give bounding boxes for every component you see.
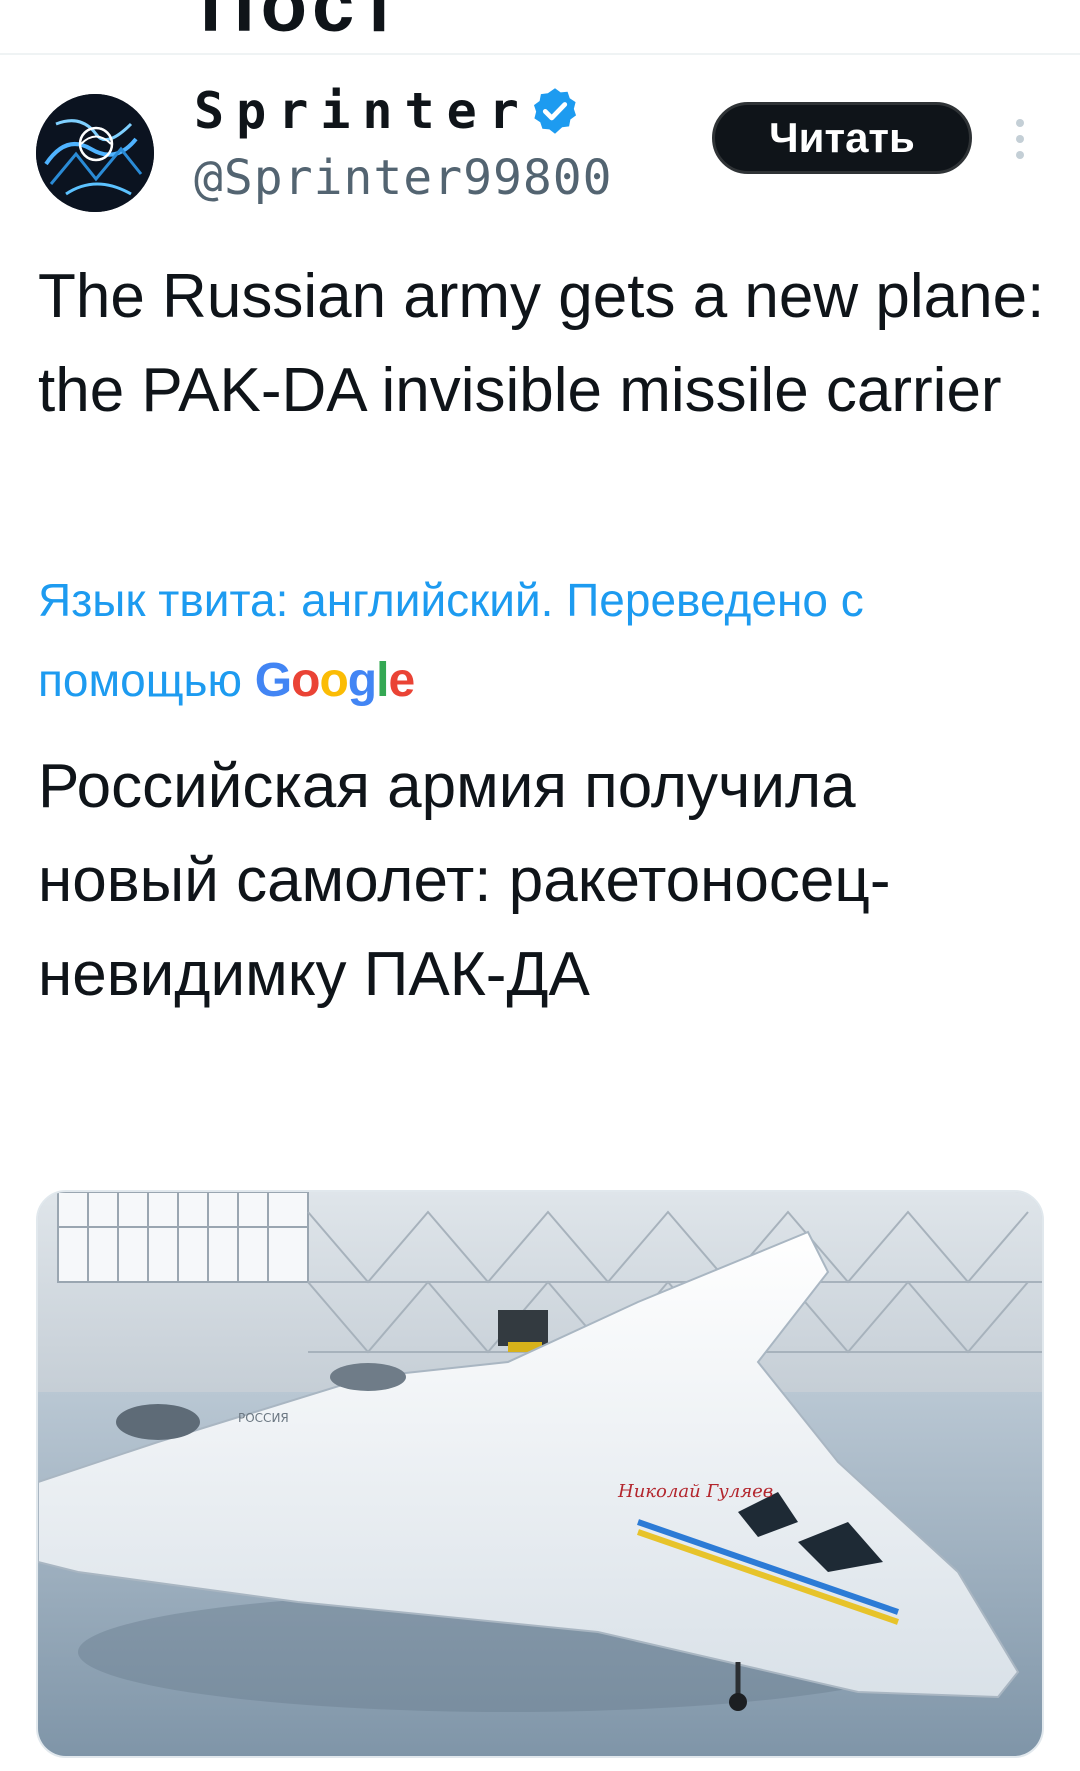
translated-tweet-text: Российская армия получила новый самолет:…	[38, 752, 891, 1009]
author-handle[interactable]: @Sprinter99800	[194, 150, 613, 206]
plane-fuselage-text: РОССИЯ	[238, 1411, 289, 1425]
plane-livery-text: Николай Гуляев	[617, 1481, 773, 1502]
translation-note[interactable]: Язык твита: английский. Переведено с пом…	[38, 560, 1048, 721]
verified-badge-icon	[533, 88, 576, 134]
tweet-text: The Russian army gets a new plane: the P…	[38, 262, 1045, 425]
more-vertical-icon[interactable]	[1010, 116, 1030, 162]
follow-button[interactable]: Читать	[712, 102, 972, 174]
author-name-row[interactable]: Sprinter	[194, 80, 581, 142]
plane-in-hangar-image: Николай Гуляев РОССИЯ	[38, 1192, 1042, 1756]
previous-header-remnant: Пост	[200, 0, 404, 48]
avatar[interactable]	[36, 94, 154, 212]
translation-note-text[interactable]: Язык твита: английский. Переведено с пом…	[38, 574, 864, 706]
author-display-name[interactable]: Sprinter	[194, 82, 531, 140]
avatar-image	[36, 94, 154, 212]
google-logo: Google	[254, 654, 415, 707]
divider	[0, 53, 1080, 55]
tweet-media-image[interactable]: Николай Гуляев РОССИЯ	[36, 1190, 1044, 1758]
